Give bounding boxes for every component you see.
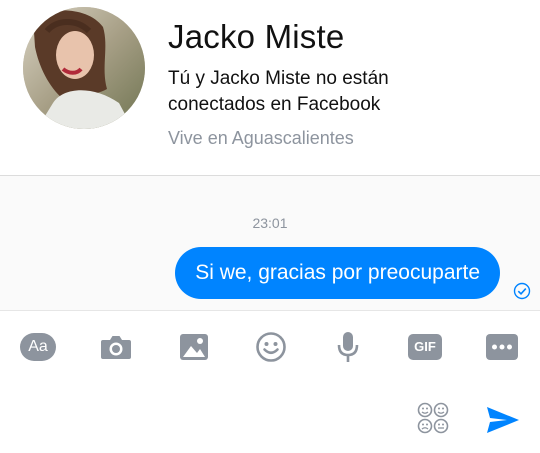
message-input[interactable] [18,389,398,439]
gif-icon: GIF [408,334,442,360]
message-list: 23:01 Si we, gracias por preocuparte [0,177,540,310]
composer-toolbar: Aa GIF [0,311,540,381]
send-icon[interactable] [485,405,521,435]
camera-button[interactable] [98,330,134,364]
profile-location: Vive en Aguascalientes [168,128,354,148]
avatar-photo [23,7,145,129]
connection-status-text: Tú y Jacko Miste no están conectados en … [168,68,389,115]
message-timestamp: 23:01 [252,215,288,231]
voice-button[interactable] [330,330,366,364]
avatar[interactable] [23,7,145,129]
aa-icon: Aa [20,333,56,361]
outgoing-message-bubble[interactable]: Si we, gracias por preocuparte [175,247,500,299]
more-icon [486,334,518,360]
sent-check-icon [513,282,531,300]
more-button[interactable] [484,330,520,364]
gif-button[interactable]: GIF [407,330,443,364]
stickers-icon[interactable] [416,401,450,435]
image-icon [180,334,208,360]
aa-button[interactable]: Aa [20,330,56,364]
composer: Aa GIF [0,310,540,453]
camera-icon [101,336,131,359]
emoji-icon [256,332,286,362]
emoji-button[interactable] [253,330,289,364]
profile-name: Jacko Miste [168,18,345,55]
microphone-icon [337,332,359,362]
gallery-button[interactable] [176,330,212,364]
profile-card: Jacko Miste Tú y Jacko Miste no están co… [0,0,540,176]
